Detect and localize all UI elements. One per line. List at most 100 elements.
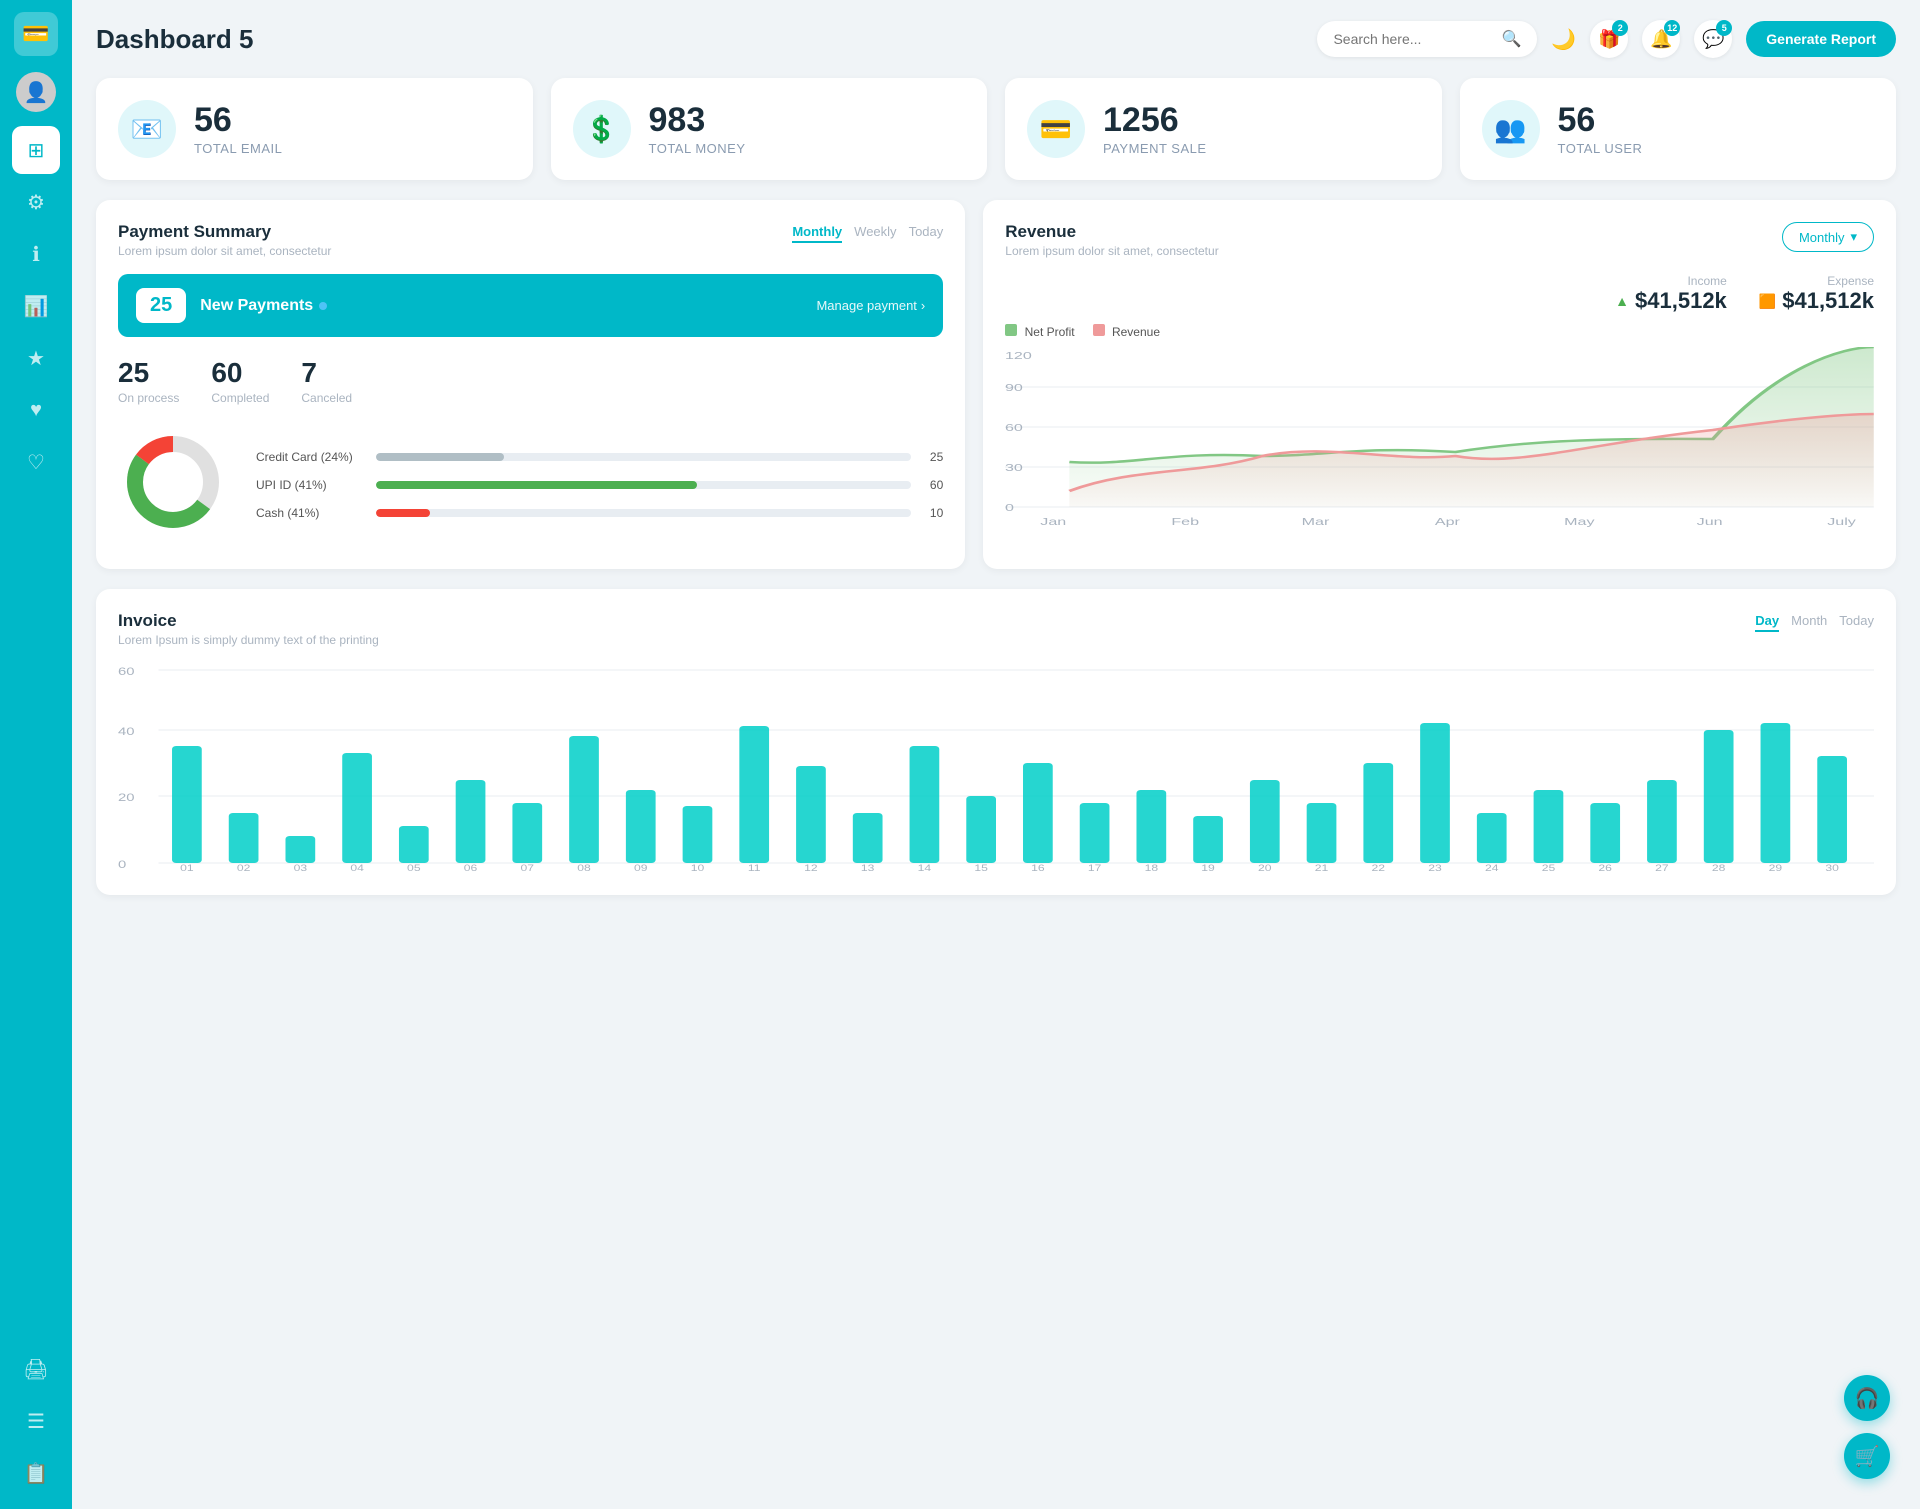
legend-net-profit: Net Profit bbox=[1005, 324, 1074, 339]
stat-canceled: 7 Canceled bbox=[301, 357, 352, 405]
revenue-card-header: Revenue Lorem ipsum dolor sit amet, cons… bbox=[1005, 222, 1874, 258]
expense-arrow-icon: 🟧 bbox=[1759, 293, 1776, 310]
invoice-title: Invoice bbox=[118, 611, 379, 631]
svg-text:14: 14 bbox=[918, 863, 932, 873]
tab-monthly[interactable]: Monthly bbox=[792, 222, 842, 243]
tab-today[interactable]: Today bbox=[1839, 611, 1874, 632]
bell-icon-btn[interactable]: 🔔 12 bbox=[1642, 20, 1680, 58]
progress-cash: Cash (41%) 10 bbox=[256, 506, 943, 520]
theme-toggle-icon[interactable]: 🌙 bbox=[1551, 27, 1576, 52]
donut-chart bbox=[118, 427, 228, 542]
payment-stats-row: 25 On process 60 Completed 7 Canceled bbox=[118, 357, 943, 405]
revenue-legend: Net Profit Revenue bbox=[1005, 324, 1874, 339]
expense-label: Expense bbox=[1759, 274, 1874, 288]
svg-text:28: 28 bbox=[1712, 863, 1726, 873]
payment-summary-title: Payment Summary bbox=[118, 222, 331, 242]
svg-text:30: 30 bbox=[1825, 863, 1839, 873]
svg-text:20: 20 bbox=[118, 791, 135, 804]
user-label: TOTAL USER bbox=[1558, 141, 1643, 156]
tab-day[interactable]: Day bbox=[1755, 611, 1779, 632]
money-label: TOTAL MONEY bbox=[649, 141, 746, 156]
stat-card-payment: 💳 1256 PAYMENT SALE bbox=[1005, 78, 1442, 180]
svg-text:17: 17 bbox=[1088, 863, 1102, 873]
tab-month[interactable]: Month bbox=[1791, 611, 1827, 632]
email-icon: 📧 bbox=[118, 100, 176, 158]
generate-report-button[interactable]: Generate Report bbox=[1746, 21, 1896, 57]
invoice-section: Invoice Lorem Ipsum is simply dummy text… bbox=[96, 589, 1896, 895]
chevron-down-icon: ▾ bbox=[1850, 229, 1857, 245]
progress-bar-fill-credit bbox=[376, 453, 504, 461]
floating-actions: 🎧 🛒 bbox=[1844, 1375, 1890, 1479]
svg-text:26: 26 bbox=[1598, 863, 1612, 873]
progress-val-cash: 10 bbox=[921, 506, 943, 520]
invoice-subtitle: Lorem Ipsum is simply dummy text of the … bbox=[118, 633, 379, 647]
revenue-subtitle: Lorem ipsum dolor sit amet, consectetur bbox=[1005, 244, 1218, 258]
search-input[interactable] bbox=[1333, 31, 1493, 47]
search-icon[interactable]: 🔍 bbox=[1501, 29, 1521, 49]
revenue-income: Income ▲ $41,512k bbox=[1615, 274, 1727, 314]
invoice-header: Invoice Lorem Ipsum is simply dummy text… bbox=[118, 611, 1874, 647]
svg-text:Mar: Mar bbox=[1302, 516, 1330, 527]
invoice-chart: 0 20 40 60 01 02 03 04 bbox=[118, 663, 1874, 873]
new-payments-dot bbox=[319, 302, 327, 310]
money-value: 983 bbox=[649, 102, 746, 139]
svg-text:May: May bbox=[1564, 516, 1595, 527]
income-label: Income bbox=[1615, 274, 1727, 288]
tab-weekly[interactable]: Weekly bbox=[854, 222, 896, 243]
new-payments-count: 25 bbox=[136, 288, 186, 323]
sidebar-item-heart[interactable]: ♥ bbox=[12, 386, 60, 434]
svg-text:06: 06 bbox=[464, 863, 478, 873]
svg-text:23: 23 bbox=[1428, 863, 1442, 873]
svg-text:July: July bbox=[1828, 516, 1857, 527]
manage-payment-link[interactable]: Manage payment › bbox=[816, 298, 925, 313]
svg-text:08: 08 bbox=[577, 863, 591, 873]
revenue-dropdown[interactable]: Monthly ▾ bbox=[1782, 222, 1874, 252]
sidebar-item-info[interactable]: ℹ bbox=[12, 230, 60, 278]
cart-fab[interactable]: 🛒 bbox=[1844, 1433, 1890, 1479]
progress-label-credit: Credit Card (24%) bbox=[256, 450, 366, 464]
chat-icon-btn[interactable]: 💬 5 bbox=[1694, 20, 1732, 58]
income-arrow-icon: ▲ bbox=[1615, 293, 1629, 309]
support-fab[interactable]: 🎧 bbox=[1844, 1375, 1890, 1421]
sidebar-item-doc[interactable]: 📋 bbox=[12, 1449, 60, 1497]
sidebar-avatar[interactable]: 👤 bbox=[16, 72, 56, 112]
sidebar-item-star[interactable]: ★ bbox=[12, 334, 60, 382]
svg-text:Apr: Apr bbox=[1435, 516, 1461, 527]
sidebar-item-dashboard[interactable]: ⊞ bbox=[12, 126, 60, 174]
sidebar-item-print[interactable]: 🖨 bbox=[12, 1345, 60, 1393]
sidebar-item-heart2[interactable]: ♡ bbox=[12, 438, 60, 486]
svg-text:60: 60 bbox=[118, 665, 135, 678]
svg-text:22: 22 bbox=[1372, 863, 1386, 873]
svg-text:0: 0 bbox=[1005, 502, 1014, 513]
net-profit-legend-dot bbox=[1005, 324, 1017, 336]
canceled-desc: Canceled bbox=[301, 391, 352, 405]
gift-icon-btn[interactable]: 🎁 2 bbox=[1590, 20, 1628, 58]
middle-row: Payment Summary Lorem ipsum dolor sit am… bbox=[96, 200, 1896, 569]
svg-text:01: 01 bbox=[180, 863, 194, 873]
svg-text:12: 12 bbox=[804, 863, 818, 873]
progress-list: Credit Card (24%) 25 UPI ID (41%) 60 bbox=[256, 450, 943, 520]
revenue-top-stats: Income ▲ $41,512k Expense 🟧 $41,512k bbox=[1005, 274, 1874, 314]
tab-today[interactable]: Today bbox=[909, 222, 944, 243]
revenue-title: Revenue bbox=[1005, 222, 1218, 242]
stat-on-process: 25 On process bbox=[118, 357, 179, 405]
sidebar-item-settings[interactable]: ⚙ bbox=[12, 178, 60, 226]
sidebar-item-list[interactable]: ☰ bbox=[12, 1397, 60, 1445]
svg-text:16: 16 bbox=[1031, 863, 1045, 873]
svg-text:19: 19 bbox=[1201, 863, 1215, 873]
svg-text:120: 120 bbox=[1005, 350, 1032, 361]
revenue-chart: 0 30 60 90 120 bbox=[1005, 347, 1874, 547]
sidebar-item-chart[interactable]: 📊 bbox=[12, 282, 60, 330]
gift-badge: 2 bbox=[1612, 20, 1628, 36]
revenue-legend-dot bbox=[1093, 324, 1105, 336]
revenue-dropdown-label: Monthly bbox=[1799, 230, 1845, 245]
sidebar-logo[interactable]: 💳 bbox=[14, 12, 58, 56]
invoice-title-group: Invoice Lorem Ipsum is simply dummy text… bbox=[118, 611, 379, 647]
completed-num: 60 bbox=[211, 357, 269, 389]
stat-card-user: 👥 56 TOTAL USER bbox=[1460, 78, 1897, 180]
payment-summary-title-group: Payment Summary Lorem ipsum dolor sit am… bbox=[118, 222, 331, 258]
invoice-tabs: Day Month Today bbox=[1755, 611, 1874, 632]
svg-text:11: 11 bbox=[748, 863, 761, 873]
main-content: Dashboard 5 🔍 🌙 🎁 2 🔔 12 💬 5 Generate Re… bbox=[72, 0, 1920, 1509]
svg-text:03: 03 bbox=[294, 863, 308, 873]
